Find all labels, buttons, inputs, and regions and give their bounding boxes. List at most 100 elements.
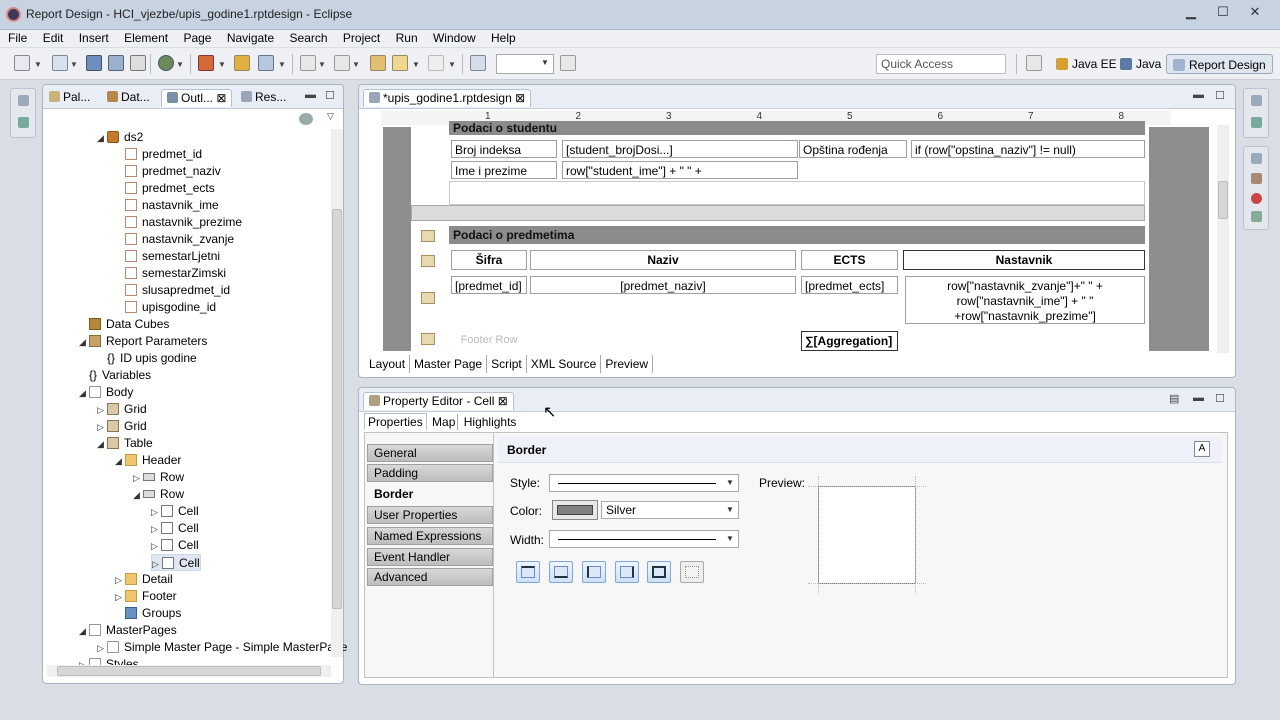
color-picker-button[interactable]	[552, 500, 598, 520]
restore-icon[interactable]	[18, 95, 29, 106]
footer-row-label[interactable]: Footer Row	[451, 331, 527, 349]
perspective-java[interactable]: Java	[1114, 54, 1167, 74]
outline-hscroll-thumb[interactable]	[57, 666, 321, 676]
back-icon[interactable]	[392, 55, 408, 71]
header-cell-nastavnik[interactable]: Nastavnik	[903, 250, 1145, 270]
save-icon[interactable]	[86, 55, 102, 71]
tab-outline[interactable]: Outl... ⊠	[161, 89, 233, 107]
detail-cell-ects[interactable]: [predmet_ects]	[801, 276, 898, 294]
ime-prezime-label[interactable]: Ime i prezime	[451, 161, 557, 179]
category-padding[interactable]: Padding	[367, 464, 493, 482]
menu-page[interactable]: Page	[177, 30, 217, 46]
detail-cell-sifra[interactable]: [predmet_id]	[451, 276, 527, 294]
footer-row-marker-icon[interactable]	[421, 333, 435, 345]
maximize-editor-icon[interactable]: ☐	[1215, 89, 1225, 102]
tree-node[interactable]: ◢ MasterPages	[79, 622, 177, 639]
detail-cell-naziv[interactable]: [predmet_naziv]	[530, 276, 796, 294]
broj-indeksa-label[interactable]: Broj indeksa	[451, 140, 557, 158]
new-icon[interactable]	[14, 55, 30, 71]
border-top-button[interactable]	[516, 561, 540, 583]
tree-node[interactable]: Data Cubes	[79, 316, 169, 333]
category-advanced[interactable]: Advanced	[367, 568, 493, 586]
border-right-button[interactable]	[615, 561, 639, 583]
editor-vertical-scrollbar[interactable]	[1217, 125, 1229, 353]
tree-node[interactable]: predmet_id	[115, 146, 202, 163]
category-general[interactable]: General	[367, 444, 493, 462]
border-bottom-button[interactable]	[549, 561, 573, 583]
menu-help[interactable]: Help	[485, 30, 522, 46]
ime-prezime-expression[interactable]: row["student_ime"] + " " +	[562, 161, 798, 179]
tree-node[interactable]: ▷ Detail	[115, 571, 173, 588]
tree-node[interactable]: predmet_ects	[115, 180, 215, 197]
expanded-arrow-icon[interactable]: ◢	[79, 623, 89, 640]
tree-node[interactable]: ▷ Cell	[151, 554, 201, 571]
close-icon[interactable]: ✕	[1244, 4, 1266, 20]
tree-node[interactable]: ▷ Simple Master Page - Simple MasterPage	[97, 639, 347, 656]
restore-icon[interactable]	[1251, 95, 1262, 106]
minimize-property-editor-icon[interactable]: ▬	[1193, 392, 1204, 404]
outline-options-icon[interactable]	[299, 113, 313, 125]
close-tab-icon[interactable]: ⊠	[216, 91, 226, 105]
collapsed-arrow-icon[interactable]: ▷	[151, 538, 161, 555]
expanded-arrow-icon[interactable]: ◢	[79, 385, 89, 402]
header-cell-ects[interactable]: ECTS	[801, 250, 898, 270]
predmeti-section-title[interactable]: Podaci o predmetima	[449, 226, 1145, 244]
expanded-arrow-icon[interactable]: ◢	[79, 334, 89, 351]
tree-node[interactable]: ▷ Grid	[97, 401, 147, 418]
tree-node[interactable]: ▷ Cell	[151, 537, 199, 554]
new-report-icon[interactable]	[52, 55, 68, 71]
tree-node[interactable]: ◢ Header	[115, 452, 181, 469]
menu-project[interactable]: Project	[337, 30, 386, 46]
view-menu-icon[interactable]: ▤	[1169, 392, 1179, 405]
open-perspective-icon[interactable]	[1026, 55, 1042, 71]
minimize-view-icon[interactable]: ▬	[305, 89, 316, 101]
tab-report-file[interactable]: *upis_godine1.rptdesign ⊠	[363, 89, 532, 107]
tab-preview[interactable]: Preview	[601, 355, 654, 373]
header-cell-naziv[interactable]: Naziv	[530, 250, 796, 270]
tree-node[interactable]: ◢ Body	[79, 384, 133, 401]
tree-node[interactable]: predmet_naziv	[115, 163, 221, 180]
outline-horizontal-scrollbar[interactable]	[47, 665, 331, 677]
collapsed-arrow-icon[interactable]: ▷	[151, 521, 161, 538]
table-spacer-row[interactable]	[411, 205, 1145, 221]
tree-node[interactable]: ◢ ds2	[97, 129, 143, 146]
minimize-editor-icon[interactable]: ▬	[1193, 89, 1204, 101]
prev-annotation-icon[interactable]	[334, 55, 350, 71]
border-color-combo[interactable]: Silver ▼	[601, 501, 739, 519]
minimized-view-icon[interactable]	[18, 117, 29, 128]
problems-icon[interactable]	[1251, 193, 1262, 204]
menu-insert[interactable]: Insert	[73, 30, 115, 46]
maximize-view-icon[interactable]: ☐	[325, 89, 335, 102]
detail-cell-nastavnik[interactable]: row["nastavnik_zvanje"]+" " + row["nasta…	[905, 276, 1145, 324]
expanded-arrow-icon[interactable]: ◢	[97, 130, 107, 147]
tree-node[interactable]: semestarLjetni	[115, 248, 220, 265]
category-border[interactable]: Border	[367, 485, 493, 503]
tab-layout[interactable]: Layout	[365, 355, 411, 373]
run-report-icon[interactable]	[158, 55, 174, 71]
aggregation-cell[interactable]: ∑[Aggregation]	[801, 331, 898, 351]
border-left-button[interactable]	[582, 561, 606, 583]
tree-node[interactable]: ▷ Cell	[151, 520, 199, 537]
forward-icon[interactable]	[428, 55, 444, 71]
tree-node[interactable]: ◢ Table	[97, 435, 153, 452]
style-editor-icon[interactable]: A	[1194, 441, 1210, 457]
open-folder-icon[interactable]	[234, 55, 250, 71]
collapsed-arrow-icon[interactable]: ▷	[97, 402, 107, 419]
outline-vertical-scrollbar[interactable]	[331, 129, 343, 657]
zoom-combo[interactable]: ▼	[496, 54, 554, 74]
student-section-title[interactable]: Podaci o studentu	[449, 121, 1145, 135]
tab-resource-explorer[interactable]: Res...	[241, 89, 286, 107]
row-marker-icon[interactable]	[421, 230, 435, 242]
menu-window[interactable]: Window	[427, 30, 482, 46]
editor-scroll-thumb[interactable]	[1218, 181, 1228, 219]
tab-data-explorer[interactable]: Dat...	[107, 89, 150, 107]
tab-properties[interactable]: Properties	[364, 413, 427, 430]
tree-node[interactable]: {} ID upis godine	[97, 350, 197, 367]
tree-node[interactable]: nastavnik_zvanje	[115, 231, 234, 248]
last-edit-icon[interactable]	[370, 55, 386, 71]
tab-map[interactable]: Map	[430, 414, 459, 430]
tree-node[interactable]: ▷ Row	[133, 469, 184, 486]
opstina-expression[interactable]: if (row["opstina_naziv"] != null)	[911, 140, 1145, 158]
collapsed-arrow-icon[interactable]: ▷	[133, 470, 143, 487]
view-menu-icon[interactable]: ▽	[327, 111, 334, 122]
